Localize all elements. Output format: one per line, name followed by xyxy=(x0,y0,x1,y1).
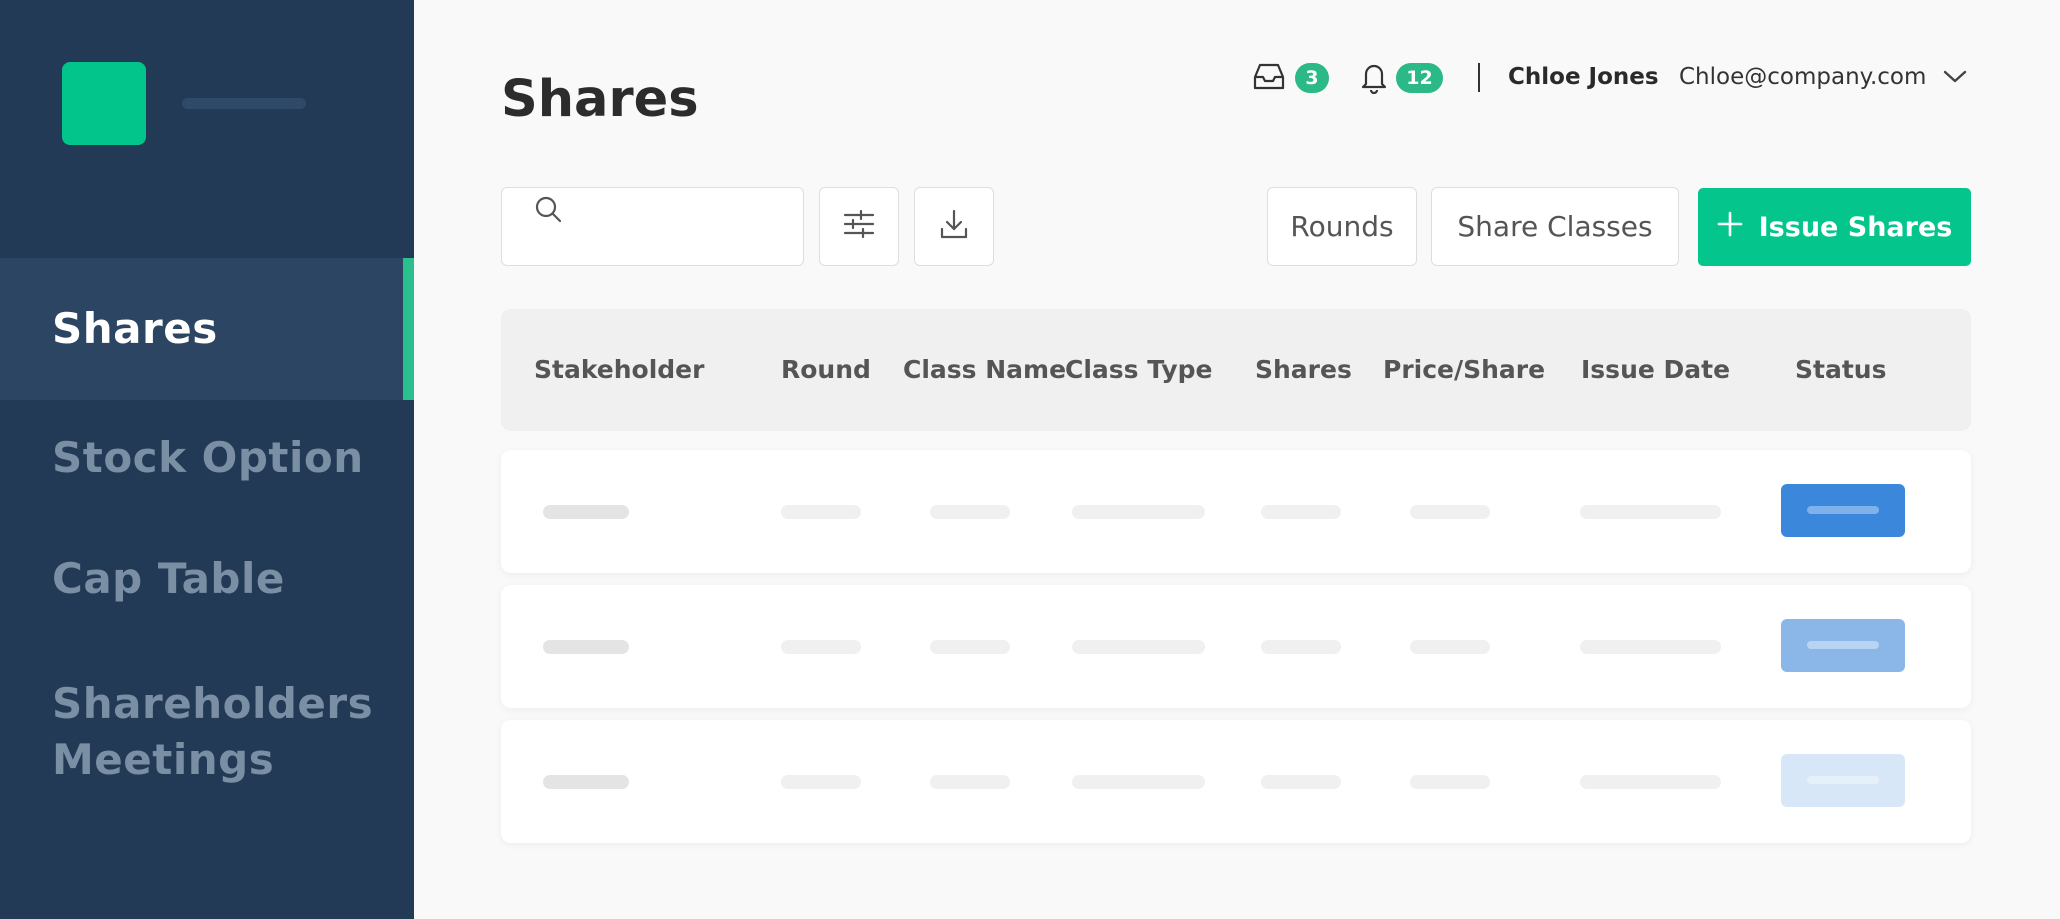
notification-count-badge: 12 xyxy=(1396,63,1443,93)
table-row[interactable] xyxy=(501,450,1971,573)
sidebar-item-stock-option[interactable]: Stock Option xyxy=(0,430,414,486)
cell-placeholder xyxy=(1410,505,1490,519)
cell-placeholder xyxy=(1580,505,1721,519)
download-icon xyxy=(939,208,969,245)
sidebar-item-label: Shareholders Meetings xyxy=(52,679,374,784)
column-header-shares[interactable]: Shares xyxy=(1255,355,1352,384)
rounds-button-label: Rounds xyxy=(1290,210,1394,243)
cell-placeholder xyxy=(1410,775,1490,789)
cell-placeholder xyxy=(1072,775,1205,789)
issue-shares-button[interactable]: Issue Shares xyxy=(1698,188,1971,266)
sidebar-item-cap-table[interactable]: Cap Table xyxy=(0,551,414,607)
cell-placeholder xyxy=(930,505,1010,519)
header-divider xyxy=(1478,63,1480,92)
cell-placeholder xyxy=(781,505,861,519)
cell-placeholder xyxy=(1261,775,1341,789)
sidebar-item-shareholders-meetings[interactable]: Shareholders Meetings xyxy=(0,676,380,788)
download-button[interactable] xyxy=(914,187,994,266)
share-classes-button[interactable]: Share Classes xyxy=(1431,187,1679,266)
user-name[interactable]: Chloe Jones xyxy=(1508,64,1659,90)
cell-placeholder xyxy=(781,640,861,654)
issue-shares-button-label: Issue Shares xyxy=(1758,211,1953,243)
cell-placeholder xyxy=(543,505,629,519)
sliders-icon xyxy=(843,209,875,244)
table-row[interactable] xyxy=(501,585,1971,708)
logo-text-placeholder xyxy=(182,98,306,109)
search-icon xyxy=(532,193,566,232)
cell-placeholder xyxy=(1261,505,1341,519)
column-header-issue-date[interactable]: Issue Date xyxy=(1581,355,1730,384)
cell-placeholder xyxy=(1072,505,1205,519)
status-text-placeholder xyxy=(1807,506,1879,514)
column-header-stakeholder[interactable]: Stakeholder xyxy=(534,355,704,384)
cell-placeholder xyxy=(1580,775,1721,789)
cell-placeholder xyxy=(781,775,861,789)
bell-icon[interactable] xyxy=(1359,60,1389,99)
status-text-placeholder xyxy=(1807,641,1879,649)
sidebar-item-label: Stock Option xyxy=(52,433,364,482)
filter-button[interactable] xyxy=(819,187,899,266)
cell-placeholder xyxy=(930,640,1010,654)
column-header-class-name[interactable]: Class Name xyxy=(903,355,1066,384)
search-input[interactable] xyxy=(501,187,804,266)
cell-placeholder xyxy=(1072,640,1205,654)
sidebar: Shares Stock Option Cap Table Shareholde… xyxy=(0,0,414,919)
column-header-class-type[interactable]: Class Type xyxy=(1065,355,1213,384)
cell-placeholder xyxy=(1410,640,1490,654)
plus-icon xyxy=(1717,211,1743,244)
inbox-icon[interactable] xyxy=(1252,62,1286,97)
rounds-button[interactable]: Rounds xyxy=(1267,187,1417,266)
inbox-count-badge: 3 xyxy=(1295,63,1329,93)
column-header-round[interactable]: Round xyxy=(781,355,871,384)
sidebar-item-shares[interactable]: Shares xyxy=(0,258,414,400)
status-text-placeholder xyxy=(1807,776,1879,784)
share-classes-button-label: Share Classes xyxy=(1457,210,1653,243)
status-badge xyxy=(1781,484,1905,537)
user-email[interactable]: Chloe@company.com xyxy=(1679,64,1926,90)
status-badge xyxy=(1781,754,1905,807)
column-header-status[interactable]: Status xyxy=(1795,355,1886,384)
column-header-price-share[interactable]: Price/Share xyxy=(1383,355,1545,384)
table-row[interactable] xyxy=(501,720,1971,843)
table-header: Stakeholder Round Class Name Class Type … xyxy=(501,309,1971,431)
cell-placeholder xyxy=(543,640,629,654)
chevron-down-icon[interactable] xyxy=(1942,66,1968,91)
sidebar-item-label: Cap Table xyxy=(52,554,285,603)
page-title: Shares xyxy=(501,70,699,129)
cell-placeholder xyxy=(1261,640,1341,654)
cell-placeholder xyxy=(1580,640,1721,654)
logo xyxy=(62,62,146,145)
status-badge xyxy=(1781,619,1905,672)
cell-placeholder xyxy=(543,775,629,789)
cell-placeholder xyxy=(930,775,1010,789)
sidebar-item-label: Shares xyxy=(52,304,218,353)
